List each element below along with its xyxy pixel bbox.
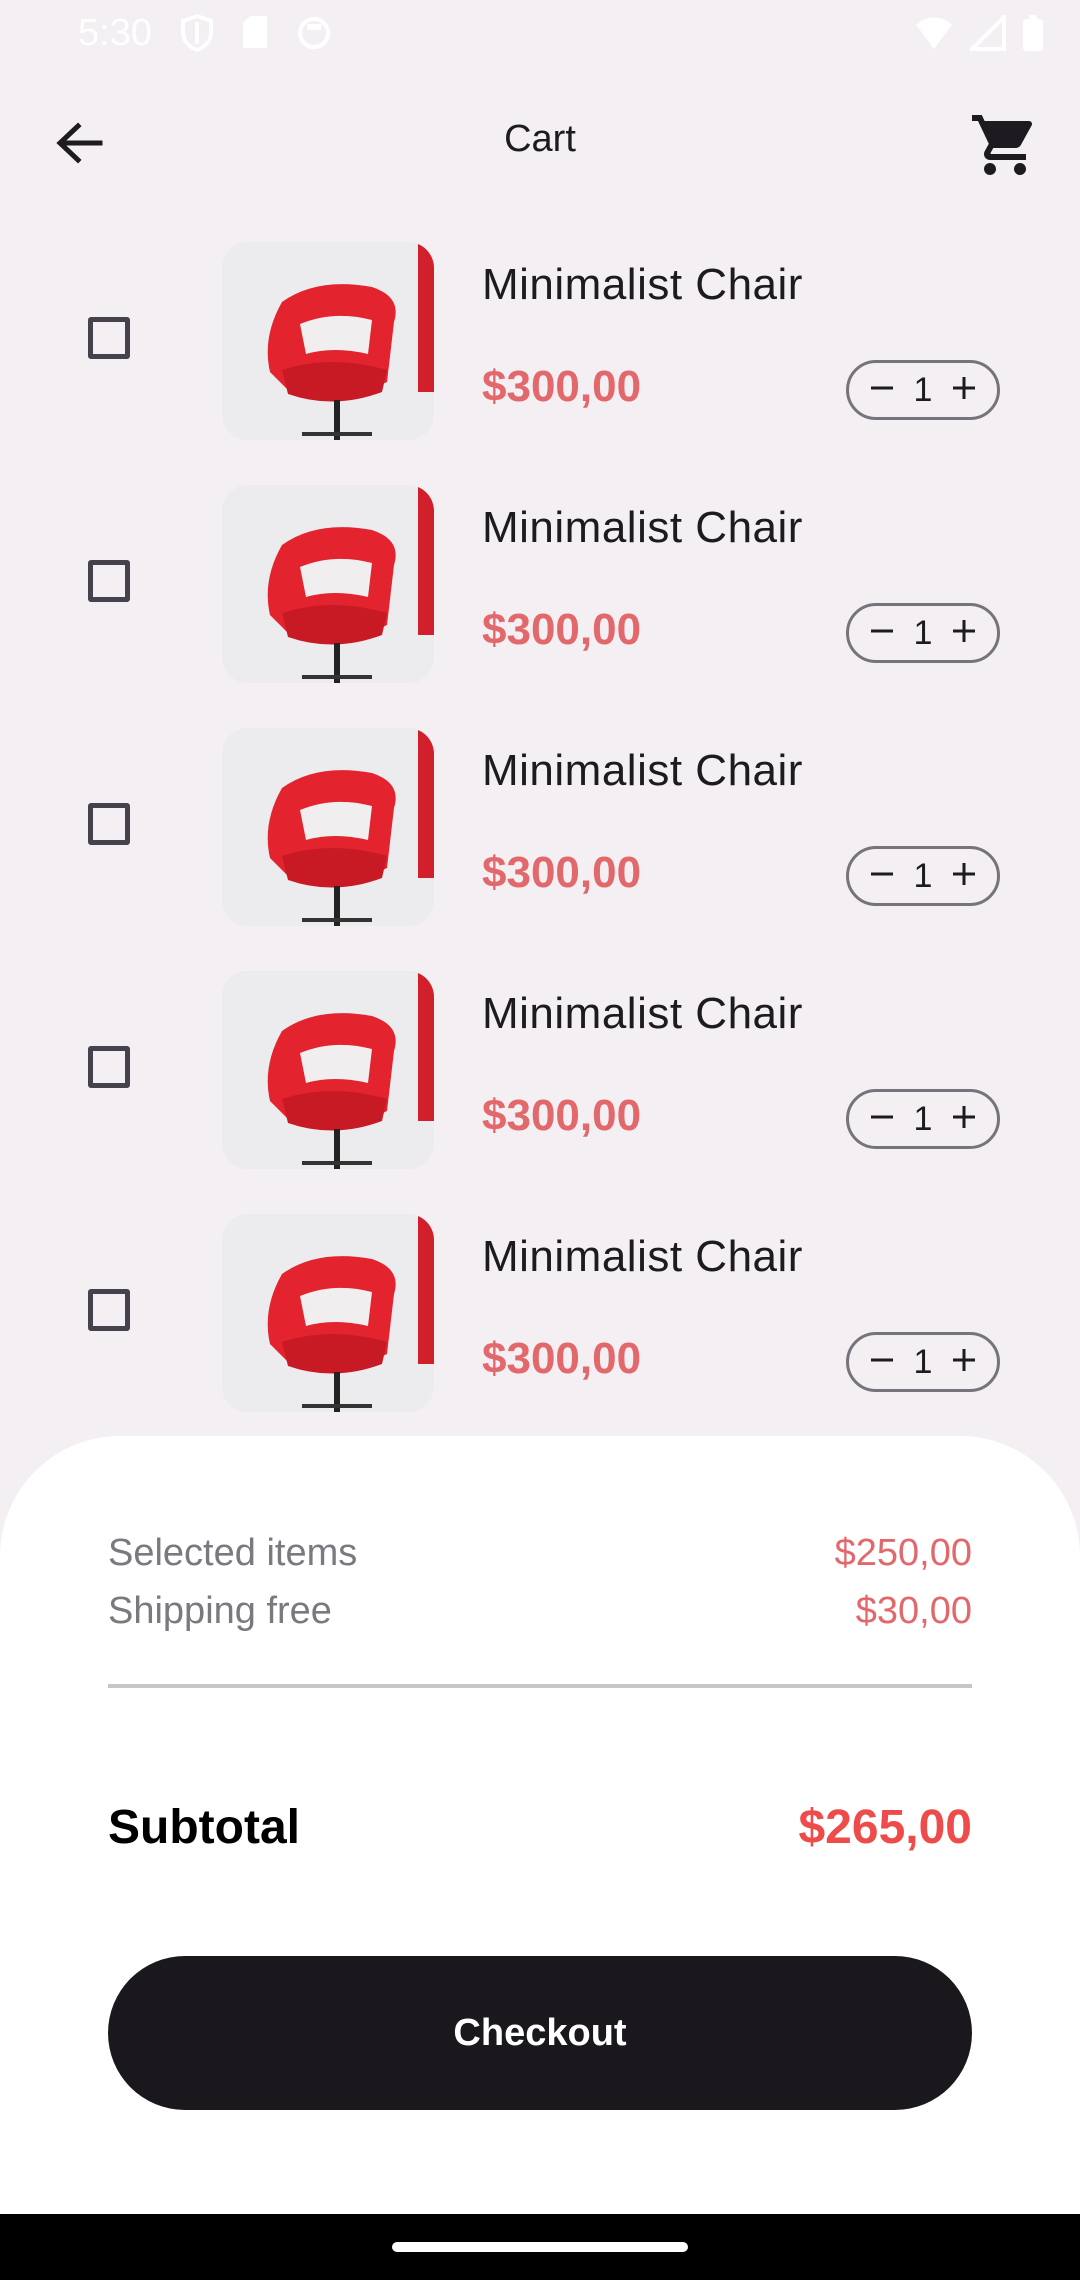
quantity-value: 1 [913,1099,933,1138]
subtotal-value: $265,00 [798,1801,972,1854]
record-icon [296,14,332,52]
plus-icon [951,1347,977,1378]
quantity-value: 1 [913,370,933,409]
decrement-button[interactable] [867,1104,897,1134]
shopping-cart-icon [969,109,1041,186]
chair-image [222,728,434,926]
status-icons-right [914,14,1044,52]
quantity-value: 1 [913,1342,933,1381]
quantity-value: 1 [913,613,933,652]
increment-button[interactable] [949,618,979,648]
cart-item: Minimalist Chair $300,00 1 [0,965,1080,1208]
status-time: 5:30 [78,12,152,54]
increment-button[interactable] [949,1347,979,1377]
cart-item: Minimalist Chair $300,00 1 [0,1208,1080,1451]
item-name: Minimalist Chair [482,1232,803,1281]
decrement-button[interactable] [867,1347,897,1377]
decrement-button[interactable] [867,861,897,891]
shield-icon [180,14,214,52]
status-icons-left [180,14,332,52]
selected-items-label: Selected items [108,1532,358,1574]
quantity-stepper: 1 [846,846,1000,906]
chair-image [222,1214,434,1412]
sd-card-icon [240,14,270,52]
cart-button[interactable] [960,102,1050,192]
navigation-bar [0,2214,1080,2280]
item-name: Minimalist Chair [482,260,803,309]
signal-icon [970,15,1006,51]
item-name: Minimalist Chair [482,989,803,1038]
cart-list: Minimalist Chair $300,00 1 Minimalist Ch… [0,236,1080,1451]
subtotal-label: Subtotal [108,1801,300,1854]
quantity-stepper: 1 [846,603,1000,663]
app-bar: Cart [0,90,1080,200]
quantity-stepper: 1 [846,1089,1000,1149]
selected-items-row: Selected items $250,00 [108,1532,972,1575]
shipping-value: $30,00 [855,1590,972,1632]
plus-icon [951,375,977,406]
cart-item: Minimalist Chair $300,00 1 [0,479,1080,722]
item-checkbox[interactable] [88,317,130,359]
shipping-row: Shipping free $30,00 [108,1590,972,1633]
plus-icon [951,1104,977,1135]
item-checkbox[interactable] [88,560,130,602]
increment-button[interactable] [949,1104,979,1134]
cart-item: Minimalist Chair $300,00 1 [0,236,1080,479]
cart-item: Minimalist Chair $300,00 1 [0,722,1080,965]
minus-icon [869,861,895,892]
chair-image [222,485,434,683]
battery-icon [1022,14,1044,52]
chair-image [222,242,434,440]
shipping-label: Shipping free [108,1590,332,1632]
checkout-button[interactable]: Checkout [108,1956,972,2110]
page-title: Cart [504,118,576,160]
minus-icon [869,375,895,406]
decrement-button[interactable] [867,375,897,405]
minus-icon [869,1104,895,1135]
status-bar: 5:30 [0,0,1080,70]
summary-divider [108,1684,972,1688]
wifi-icon [914,15,954,51]
selected-items-value: $250,00 [834,1532,972,1574]
item-name: Minimalist Chair [482,746,803,795]
home-indicator[interactable] [392,2242,688,2252]
item-name: Minimalist Chair [482,503,803,552]
item-price: $300,00 [482,848,642,897]
item-checkbox[interactable] [88,803,130,845]
plus-icon [951,861,977,892]
plus-icon [951,618,977,649]
item-price: $300,00 [482,1091,642,1140]
increment-button[interactable] [949,861,979,891]
quantity-stepper: 1 [846,1332,1000,1392]
quantity-stepper: 1 [846,360,1000,420]
item-price: $300,00 [482,1334,642,1383]
item-checkbox[interactable] [88,1289,130,1331]
chair-image [222,971,434,1169]
quantity-value: 1 [913,856,933,895]
item-price: $300,00 [482,362,642,411]
summary-sheet: Selected items $250,00 Shipping free $30… [0,1436,1080,2216]
decrement-button[interactable] [867,618,897,648]
item-checkbox[interactable] [88,1046,130,1088]
minus-icon [869,618,895,649]
subtotal-row: Subtotal $265,00 [108,1800,972,1855]
minus-icon [869,1347,895,1378]
item-price: $300,00 [482,605,642,654]
increment-button[interactable] [949,375,979,405]
